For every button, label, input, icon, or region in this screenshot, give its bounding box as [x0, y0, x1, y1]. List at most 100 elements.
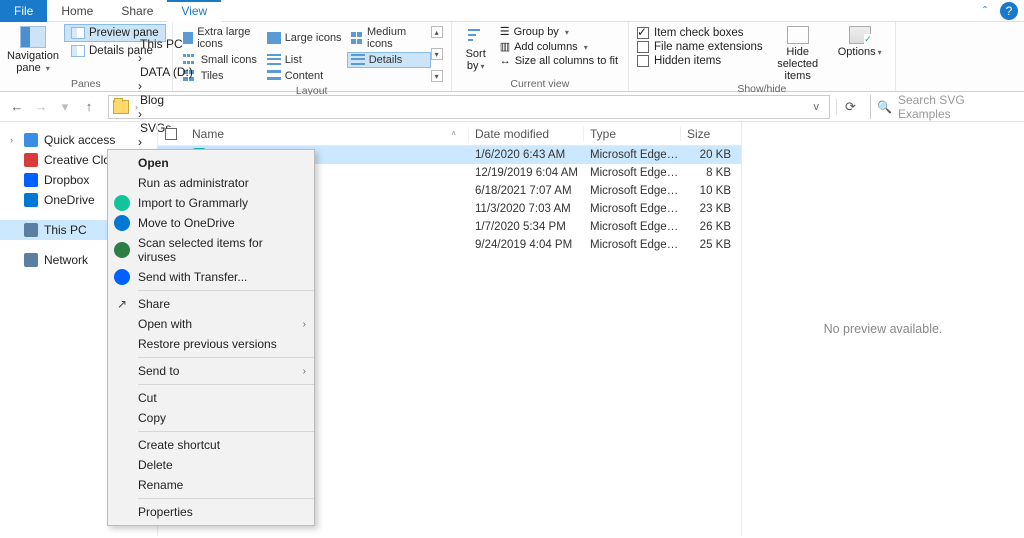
search-icon: 🔍: [877, 100, 892, 114]
tab-share[interactable]: Share: [107, 0, 167, 22]
layout-down-icon[interactable]: ▾: [431, 48, 443, 60]
expand-icon[interactable]: ›: [10, 135, 13, 145]
preview-message: No preview available.: [824, 322, 943, 336]
context-menu-item[interactable]: Import to Grammarly: [108, 193, 314, 213]
forward-button[interactable]: →: [32, 99, 50, 114]
back-button[interactable]: ←: [8, 99, 26, 114]
layout-list[interactable]: List: [263, 52, 347, 68]
chevron-right-icon[interactable]: ›: [138, 107, 142, 121]
context-menu-item[interactable]: Create shortcut: [108, 435, 314, 455]
menu-label: Create shortcut: [138, 438, 220, 452]
navigation-pane-label: Navigation pane: [7, 50, 59, 74]
header-checkbox[interactable]: [158, 128, 184, 140]
menu-label: Properties: [138, 505, 193, 519]
menu-label: Copy: [138, 411, 166, 425]
sidebar-label: Dropbox: [44, 173, 89, 187]
tab-view[interactable]: View: [167, 0, 221, 22]
layout-scroll[interactable]: ▴ ▾ ▾: [431, 24, 445, 84]
add-columns-button[interactable]: ▥Add columns: [496, 39, 622, 54]
collapse-ribbon-icon[interactable]: ˆ: [976, 2, 994, 20]
sidebar-icon: [24, 133, 38, 147]
file-size: 25 KB: [681, 239, 741, 251]
file-size: 23 KB: [681, 203, 741, 215]
context-menu: Open Run as administratorImport to Gramma…: [107, 149, 315, 526]
size-all-columns-button[interactable]: ↔Size all columns to fit: [496, 54, 622, 68]
grammarly-icon: [114, 195, 130, 211]
context-menu-item[interactable]: ↗ Share: [108, 294, 314, 314]
context-menu-item[interactable]: Send with Transfer...: [108, 267, 314, 287]
column-header-name[interactable]: Name˄: [184, 127, 469, 141]
share-icon: ↗: [114, 296, 130, 312]
ribbon-group-current-view: Sort by ☰Group by ▥Add columns ↔Size all…: [452, 22, 629, 91]
checkbox-icon: [637, 55, 649, 67]
menu-label: Share: [138, 297, 170, 311]
ribbon-group-show-hide: Item check boxes File name extensions Hi…: [629, 22, 896, 91]
sidebar-item[interactable]: › Quick access: [0, 130, 157, 150]
context-menu-item[interactable]: Delete: [108, 455, 314, 475]
sidebar-label: Quick access: [44, 133, 115, 147]
address-dropdown-button[interactable]: v: [814, 101, 820, 113]
context-menu-item[interactable]: Properties: [108, 502, 314, 522]
sidebar-icon: [24, 153, 38, 167]
preview-pane: No preview available.: [742, 122, 1024, 536]
layout-details[interactable]: Details: [347, 52, 431, 68]
column-header-type[interactable]: Type: [584, 127, 681, 141]
context-menu-item[interactable]: Rename: [108, 475, 314, 495]
file-name-extensions-toggle[interactable]: File name extensions: [635, 40, 765, 54]
sort-by-button[interactable]: Sort by: [458, 24, 494, 77]
sort-indicator-icon: ˄: [451, 129, 468, 138]
column-header-date[interactable]: Date modified: [469, 127, 584, 141]
sort-icon: [466, 26, 486, 46]
context-menu-item[interactable]: Restore previous versions: [108, 334, 314, 354]
hidden-items-toggle[interactable]: Hidden items: [635, 54, 765, 68]
layout-content[interactable]: Content: [263, 68, 347, 84]
menu-label: Open: [138, 156, 169, 170]
context-menu-item[interactable]: Cut: [108, 388, 314, 408]
breadcrumb-item[interactable]: DATA (D:): [138, 65, 223, 79]
layout-medium[interactable]: Medium icons: [347, 24, 431, 52]
tab-home[interactable]: Home: [47, 0, 107, 22]
context-menu-item[interactable]: Move to OneDrive: [108, 213, 314, 233]
file-type: Microsoft Edge HT...: [584, 185, 681, 197]
menu-label: Delete: [138, 458, 173, 472]
sidebar-label: This PC: [44, 223, 87, 237]
options-button[interactable]: Options: [831, 24, 889, 82]
help-icon[interactable]: ?: [1000, 2, 1018, 20]
layout-large[interactable]: Large icons: [263, 24, 347, 52]
group-by-button[interactable]: ☰Group by: [496, 24, 622, 39]
refresh-button[interactable]: ⟳: [836, 99, 864, 115]
context-menu-item[interactable]: Scan selected items for viruses: [108, 233, 314, 267]
up-button[interactable]: ↑: [80, 99, 98, 114]
context-menu-item[interactable]: Open: [108, 153, 314, 173]
address-bar[interactable]: › This PC›DATA (D:)›Blog›SVGs›SVG Exampl…: [108, 95, 830, 119]
sidebar-icon: [24, 253, 38, 267]
chevron-right-icon[interactable]: ›: [138, 79, 142, 93]
search-box[interactable]: 🔍 Search SVG Examples: [870, 95, 1020, 119]
sidebar-icon: [24, 193, 38, 207]
navigation-pane-button[interactable]: Navigation pane: [6, 24, 60, 77]
context-menu-item[interactable]: Send to›: [108, 361, 314, 381]
breadcrumb-item[interactable]: This PC: [138, 37, 223, 51]
context-menu-item[interactable]: Run as administrator: [108, 173, 314, 193]
item-check-boxes-toggle[interactable]: Item check boxes: [635, 26, 765, 40]
current-view-group-label: Current view: [458, 77, 622, 91]
dropbox-icon: [114, 269, 130, 285]
menu-separator: [138, 431, 314, 432]
menu-label: Move to OneDrive: [138, 216, 235, 230]
column-header-size[interactable]: Size: [681, 127, 741, 141]
layout-more-icon[interactable]: ▾: [431, 70, 443, 82]
recent-locations-button[interactable]: ▾: [56, 99, 74, 115]
file-date: 1/7/2020 5:34 PM: [469, 221, 584, 233]
layout-up-icon[interactable]: ▴: [431, 26, 443, 38]
navigation-pane-icon: [20, 26, 46, 48]
file-size: 10 KB: [681, 185, 741, 197]
fit-columns-icon: ↔: [500, 55, 511, 67]
breadcrumb-item[interactable]: Blog: [138, 93, 223, 107]
hide-selected-button[interactable]: Hide selected items: [769, 24, 827, 82]
tab-file[interactable]: File: [0, 0, 47, 22]
context-menu-item[interactable]: Copy: [108, 408, 314, 428]
context-menu-item[interactable]: Open with›: [108, 314, 314, 334]
chevron-right-icon[interactable]: ›: [138, 51, 142, 65]
nav-arrows: ← → ▾ ↑: [4, 99, 102, 115]
file-date: 11/3/2020 7:03 AM: [469, 203, 584, 215]
